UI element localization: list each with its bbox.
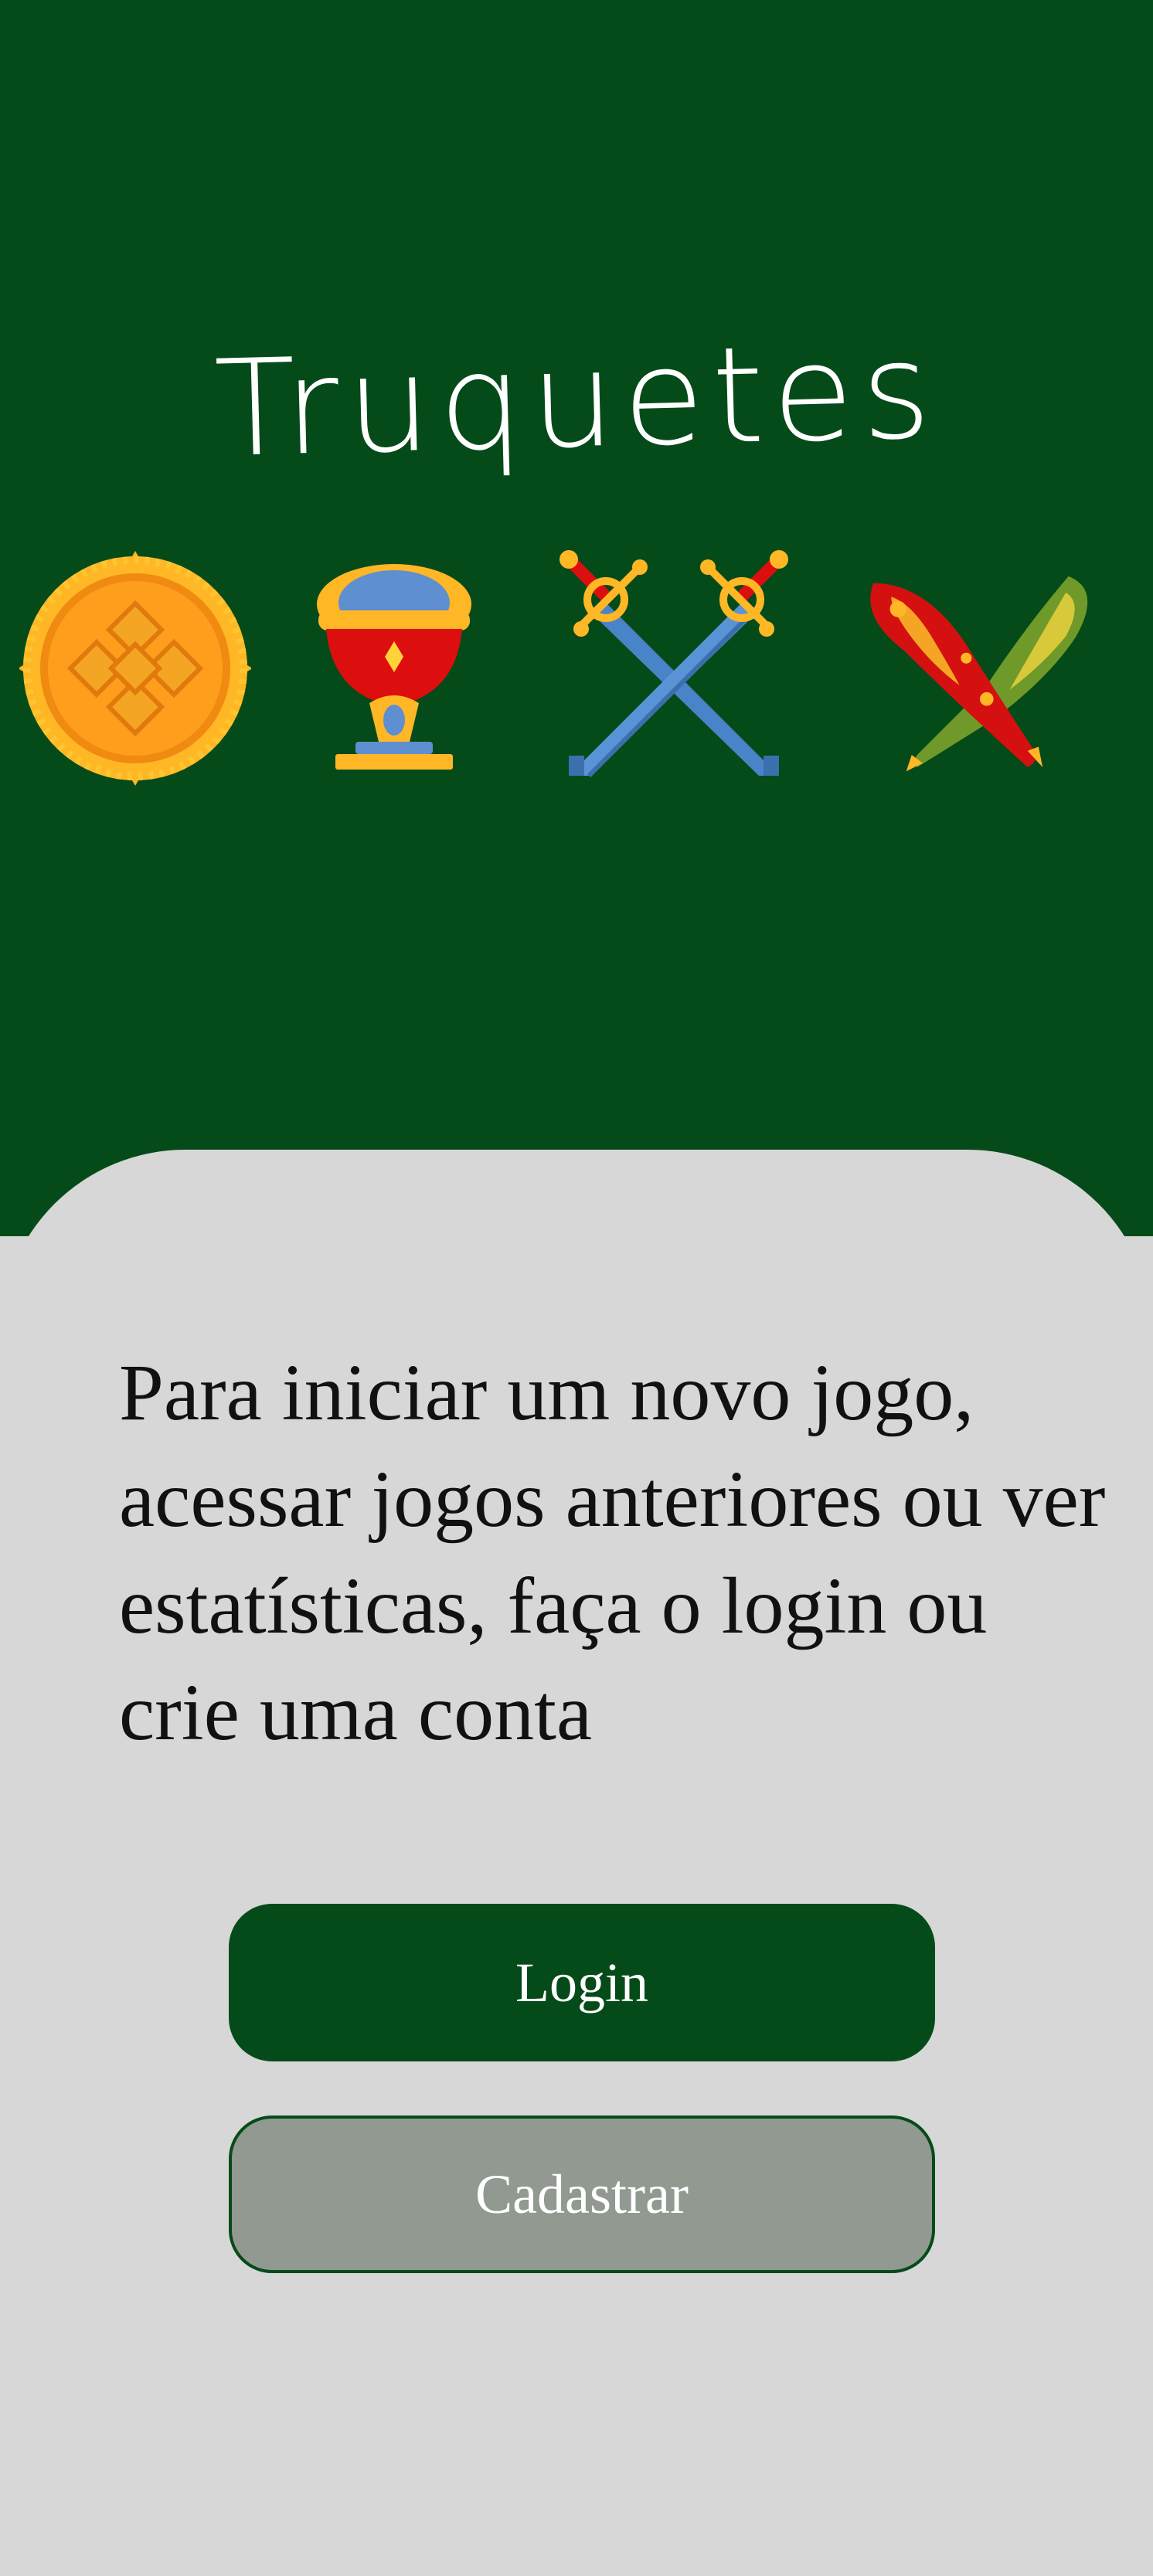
card-suits-row xyxy=(0,549,1153,788)
auth-sheet: Para iniciar um novo jogo, acessar jogos… xyxy=(0,1150,1153,2576)
cup-icon xyxy=(278,549,510,788)
login-screen: Truquetes Para iniciar um novo jogo, ace… xyxy=(0,0,1153,2576)
app-title: Truquetes xyxy=(213,312,940,488)
crossed-swords-icon xyxy=(558,549,790,788)
gold-coin-icon xyxy=(19,549,251,788)
hero-header: Truquetes xyxy=(0,0,1153,1236)
crossed-clubs-icon xyxy=(864,549,1096,788)
signup-button[interactable]: Cadastrar xyxy=(229,2116,935,2273)
login-button[interactable]: Login xyxy=(229,1904,935,2061)
auth-message: Para iniciar um novo jogo, acessar jogos… xyxy=(119,1348,1106,1757)
